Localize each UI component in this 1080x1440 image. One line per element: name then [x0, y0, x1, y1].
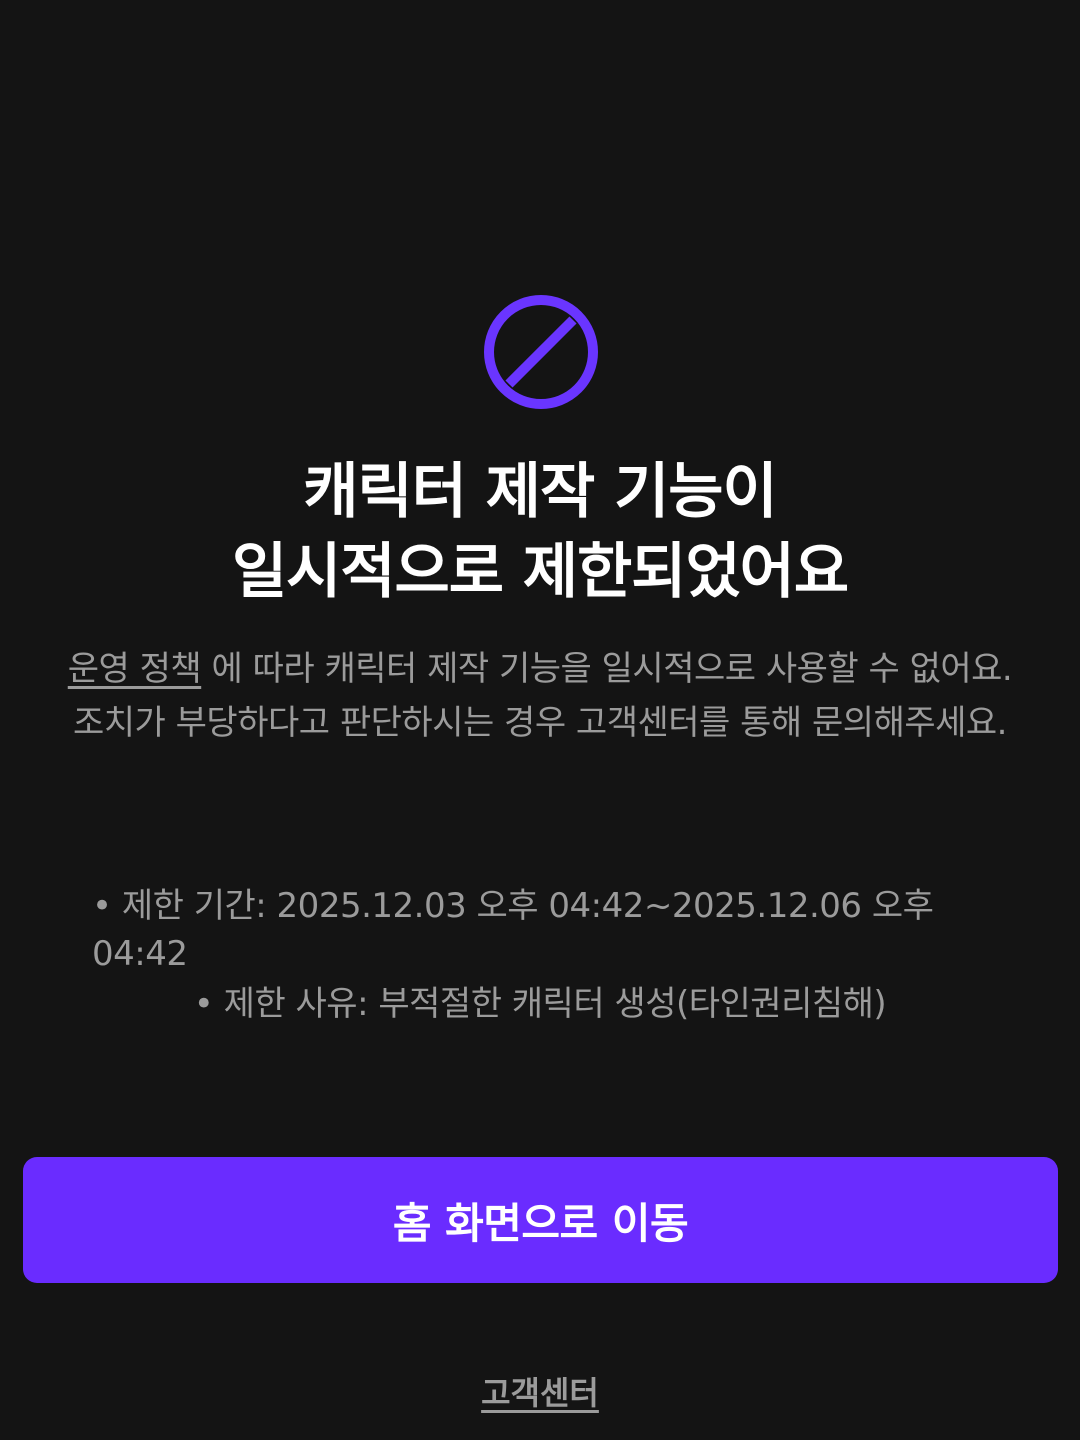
prohibited-icon — [483, 294, 599, 410]
description-paragraph-1: 운영 정책 에 따라 캐릭터 제작 기능을 일시적으로 사용할 수 없어요. — [60, 642, 1020, 696]
page-title-line-2: 일시적으로 제한되었어요 — [231, 537, 849, 607]
restriction-details: • 제한 기간: 2025.12.03 오후 04:42~2025.12.06 … — [92, 882, 988, 1028]
go-home-button[interactable]: 홈 화면으로 이동 — [23, 1157, 1058, 1283]
customer-center-link[interactable]: 고객센터 — [0, 1368, 1080, 1414]
description: 운영 정책 에 따라 캐릭터 제작 기능을 일시적으로 사용할 수 없어요. 조… — [60, 642, 1020, 750]
page-title-line-1: 캐릭터 제작 기능이 — [303, 457, 777, 527]
page-title: 캐릭터 제작 기능이 일시적으로 제한되었어요 — [40, 452, 1040, 612]
restriction-screen: 캐릭터 제작 기능이 일시적으로 제한되었어요 운영 정책 에 따라 캐릭터 제… — [0, 0, 1080, 1440]
operation-policy-link[interactable]: 운영 정책 — [68, 649, 202, 689]
restriction-period: • 제한 기간: 2025.12.03 오후 04:42~2025.12.06 … — [92, 886, 934, 974]
restriction-reason: • 제한 사유: 부적절한 캐릭터 생성(타인권리침해) — [193, 984, 887, 1024]
description-paragraph-2: 조치가 부당하다고 판단하시는 경우 고객센터를 통해 문의해주세요. — [73, 703, 1008, 743]
description-text: 에 따라 캐릭터 제작 기능을 일시적으로 사용할 수 없어요. — [201, 649, 1013, 689]
